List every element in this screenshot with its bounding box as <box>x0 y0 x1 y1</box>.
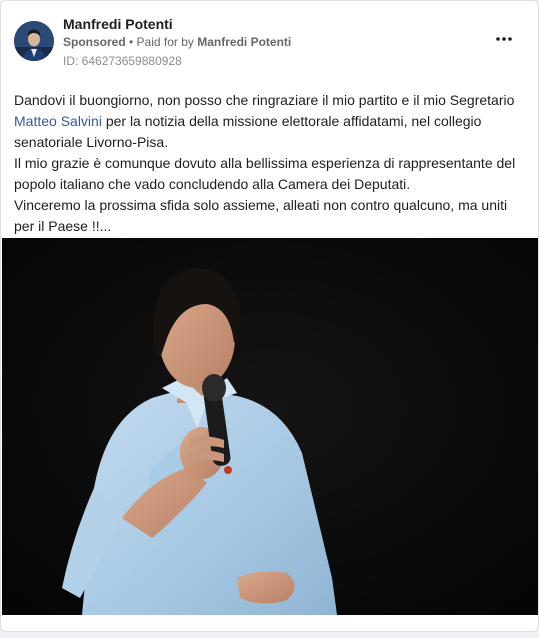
sponsored-label: Sponsored <box>63 35 126 49</box>
post-text-segment: Dandovi il buongiorno, non posso che rin… <box>14 92 515 108</box>
more-options-icon <box>496 37 512 41</box>
post-paragraph-2: Il mio grazie è comunque dovuto alla bel… <box>14 155 516 192</box>
post-header: Manfredi Potenti Sponsored • Paid for by… <box>1 1 538 81</box>
sponsored-line: Sponsored • Paid for by Manfredi Potenti <box>63 35 291 49</box>
avatar-image <box>14 21 54 61</box>
more-options-button[interactable] <box>492 29 516 49</box>
post-paragraph-1: Dandovi il buongiorno, non posso che rin… <box>14 90 524 153</box>
author-name[interactable]: Manfredi Potenti <box>63 16 173 32</box>
paid-for-name[interactable]: Manfredi Potenti <box>197 35 291 49</box>
ad-post-card: Manfredi Potenti Sponsored • Paid for by… <box>0 0 539 632</box>
mention-link[interactable]: Matteo Salvini <box>14 113 102 129</box>
post-paragraph-3: Vinceremo la prossima sfida solo assieme… <box>14 197 508 234</box>
post-text: Dandovi il buongiorno, non posso che rin… <box>14 90 524 237</box>
ad-id: ID: 646273659880928 <box>63 54 182 68</box>
post-photo[interactable] <box>2 238 538 615</box>
avatar[interactable] <box>14 21 54 61</box>
speaker-photo <box>2 238 538 615</box>
paid-for-prefix: • Paid for by <box>125 35 198 49</box>
